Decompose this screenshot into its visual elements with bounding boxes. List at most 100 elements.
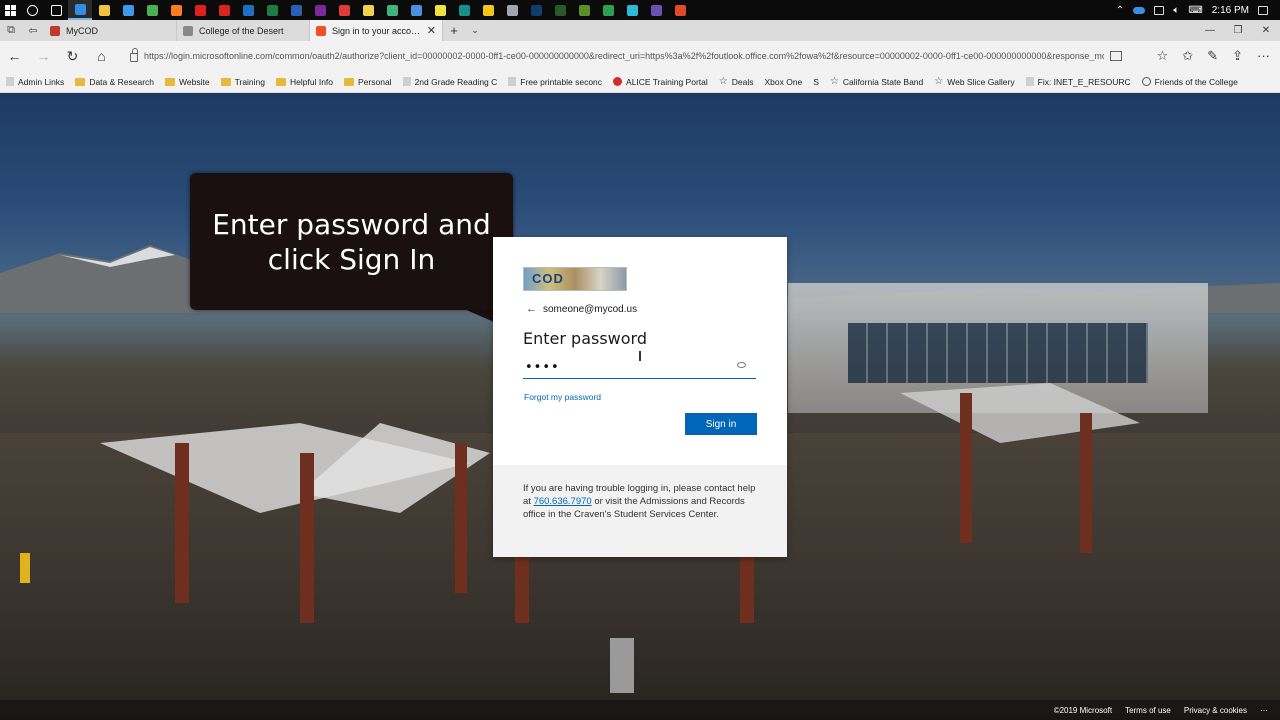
taskbar-app-note-icon[interactable]: [356, 0, 380, 20]
forward-button[interactable]: →: [29, 41, 58, 71]
restore-button[interactable]: ❐: [1224, 20, 1252, 41]
taskbar-app-green-icon[interactable]: [380, 0, 404, 20]
page-icon: [1025, 77, 1034, 86]
more-menu-icon[interactable]: ···: [1257, 48, 1270, 64]
taskbar-app-purple-icon[interactable]: [644, 0, 668, 20]
taskbar-excel-icon[interactable]: [260, 0, 284, 20]
footer-terms-link[interactable]: Terms of use: [1125, 706, 1171, 715]
taskbar-app-sticky-icon[interactable]: [428, 0, 452, 20]
favorite-item[interactable]: Training: [220, 77, 265, 87]
account-back-row[interactable]: ← someone@mycod.us: [526, 303, 637, 315]
taskbar-app-gray-icon[interactable]: [500, 0, 524, 20]
address-url[interactable]: https://login.microsoftonline.com/common…: [144, 51, 1104, 61]
star-icon: ☆: [829, 75, 839, 87]
window-controls: — ❐ ✕: [1196, 20, 1280, 41]
favorite-item[interactable]: ALICE Training Portal: [613, 77, 708, 87]
favorite-item[interactable]: 2nd Grade Reading C: [402, 77, 497, 87]
favorite-item[interactable]: Website: [165, 77, 210, 87]
tab-2[interactable]: Sign in to your account ✕: [310, 20, 443, 41]
taskbar-clock[interactable]: 2:16 PM: [1212, 5, 1249, 16]
back-arrow-icon[interactable]: ←: [526, 303, 537, 315]
signin-heading: Enter password: [523, 329, 647, 348]
favorite-item[interactable]: Friends of the College: [1141, 76, 1238, 87]
taskbar-edge-icon[interactable]: [68, 0, 92, 20]
tab-close-icon[interactable]: ✕: [427, 24, 436, 37]
reading-view-icon[interactable]: [1110, 51, 1122, 61]
footer-more-icon[interactable]: ···: [1260, 706, 1268, 715]
tray-chevron-icon[interactable]: ⌃: [1116, 5, 1124, 16]
refresh-button[interactable]: ↻: [58, 41, 87, 71]
taskbar-ie-icon[interactable]: [116, 0, 140, 20]
favorite-item[interactable]: ☆ Deals: [719, 76, 754, 87]
site-icon: [613, 77, 623, 86]
favorite-star-icon[interactable]: ☆: [1157, 48, 1169, 64]
tab-1[interactable]: College of the Desert: [177, 20, 310, 41]
favorite-item[interactable]: Xbox One: [764, 77, 802, 87]
notifications-icon[interactable]: [1258, 5, 1268, 15]
taskbar-app-yellow-icon[interactable]: [476, 0, 500, 20]
close-window-button[interactable]: ✕: [1252, 20, 1280, 41]
taskbar-app-publisher-icon[interactable]: [452, 0, 476, 20]
favorite-item[interactable]: ☆ Web Slice Gallery: [934, 76, 1014, 87]
address-bar[interactable]: https://login.microsoftonline.com/common…: [126, 45, 1126, 67]
onedrive-icon[interactable]: [1133, 6, 1146, 14]
taskbar-app-lime-icon[interactable]: [572, 0, 596, 20]
favorite-label: Friends of the College: [1154, 76, 1238, 87]
back-button[interactable]: ←: [0, 41, 29, 71]
favorite-item[interactable]: Personal: [344, 77, 392, 87]
language-icon[interactable]: ⌨: [1188, 5, 1202, 16]
home-button[interactable]: ⌂: [87, 41, 116, 71]
taskbar-firefox-icon[interactable]: [164, 0, 188, 20]
favorite-label: Fix: INET_E_RESOURC: [1037, 76, 1131, 87]
taskbar-word-icon[interactable]: [284, 0, 308, 20]
new-tab-button[interactable]: +: [443, 20, 465, 41]
taskbar-dreamweaver-icon[interactable]: [548, 0, 572, 20]
favorite-item[interactable]: Fix: INET_E_RESOURC: [1025, 76, 1131, 87]
taskbar-acrobat-icon[interactable]: [212, 0, 236, 20]
tab-0[interactable]: MyCOD: [44, 20, 177, 41]
windows-start-icon[interactable]: [0, 0, 20, 20]
taskbar-app-red-icon[interactable]: [332, 0, 356, 20]
taskbar-onenote-icon[interactable]: [308, 0, 332, 20]
favorites-hub-icon[interactable]: ✩: [1182, 48, 1193, 64]
favorite-item[interactable]: Free printable seconc: [508, 77, 602, 87]
tab-preview-chevron-icon[interactable]: ⌄: [465, 20, 485, 41]
web-note-pen-icon[interactable]: ✎: [1207, 48, 1218, 64]
cortana-icon[interactable]: [20, 0, 44, 20]
volume-icon[interactable]: 🔈︎: [1173, 5, 1179, 16]
system-tray: ⌃ 🔈︎ ⌨ 2:16 PM: [1116, 5, 1280, 16]
favorite-item[interactable]: Helpful Info: [276, 77, 333, 87]
taskbar-app-cyan-icon[interactable]: [620, 0, 644, 20]
mouse-cursor-icon: [639, 351, 641, 361]
forgot-password-link[interactable]: Forgot my password: [524, 392, 601, 402]
reveal-password-icon[interactable]: [737, 362, 746, 368]
tab-title: Sign in to your account: [332, 25, 421, 36]
taskbar-file-explorer-icon[interactable]: [92, 0, 116, 20]
taskbar-app-blue-icon[interactable]: [404, 0, 428, 20]
taskbar-photoshop-icon[interactable]: [524, 0, 548, 20]
signin-card: COD ← someone@mycod.us Enter password Fo…: [493, 237, 787, 557]
tab-aside-icon[interactable]: ⧉: [0, 20, 22, 41]
network-icon[interactable]: [1154, 5, 1165, 15]
favorite-item[interactable]: Data & Research: [75, 77, 154, 87]
taskbar-opera-icon[interactable]: [188, 0, 212, 20]
favorite-item[interactable]: Admin Links: [6, 77, 64, 87]
taskbar-app-orange-icon[interactable]: [668, 0, 692, 20]
task-view-icon[interactable]: [44, 0, 68, 20]
footer-copyright: ©2019 Microsoft: [1053, 705, 1113, 715]
favorite-label: Deals: [731, 76, 754, 87]
footer-privacy-link[interactable]: Privacy & cookies: [1184, 706, 1247, 715]
favorite-item[interactable]: S: [813, 77, 819, 87]
taskbar-chrome-icon[interactable]: [140, 0, 164, 20]
taskbar-app-list: [68, 0, 692, 20]
help-phone-link[interactable]: 760.636.7970: [534, 496, 592, 507]
favorite-label: ALICE Training Portal: [626, 76, 708, 87]
favorite-label: Admin Links: [18, 76, 65, 87]
share-icon[interactable]: ⇪: [1232, 48, 1243, 64]
taskbar-app-green2-icon[interactable]: [596, 0, 620, 20]
minimize-button[interactable]: —: [1196, 20, 1224, 41]
taskbar-outlook-icon[interactable]: [236, 0, 260, 20]
favorite-item[interactable]: ☆ California State Band: [829, 75, 923, 87]
sign-in-button[interactable]: Sign in: [685, 413, 757, 435]
show-aside-tabs-icon[interactable]: ⇦: [22, 20, 44, 41]
